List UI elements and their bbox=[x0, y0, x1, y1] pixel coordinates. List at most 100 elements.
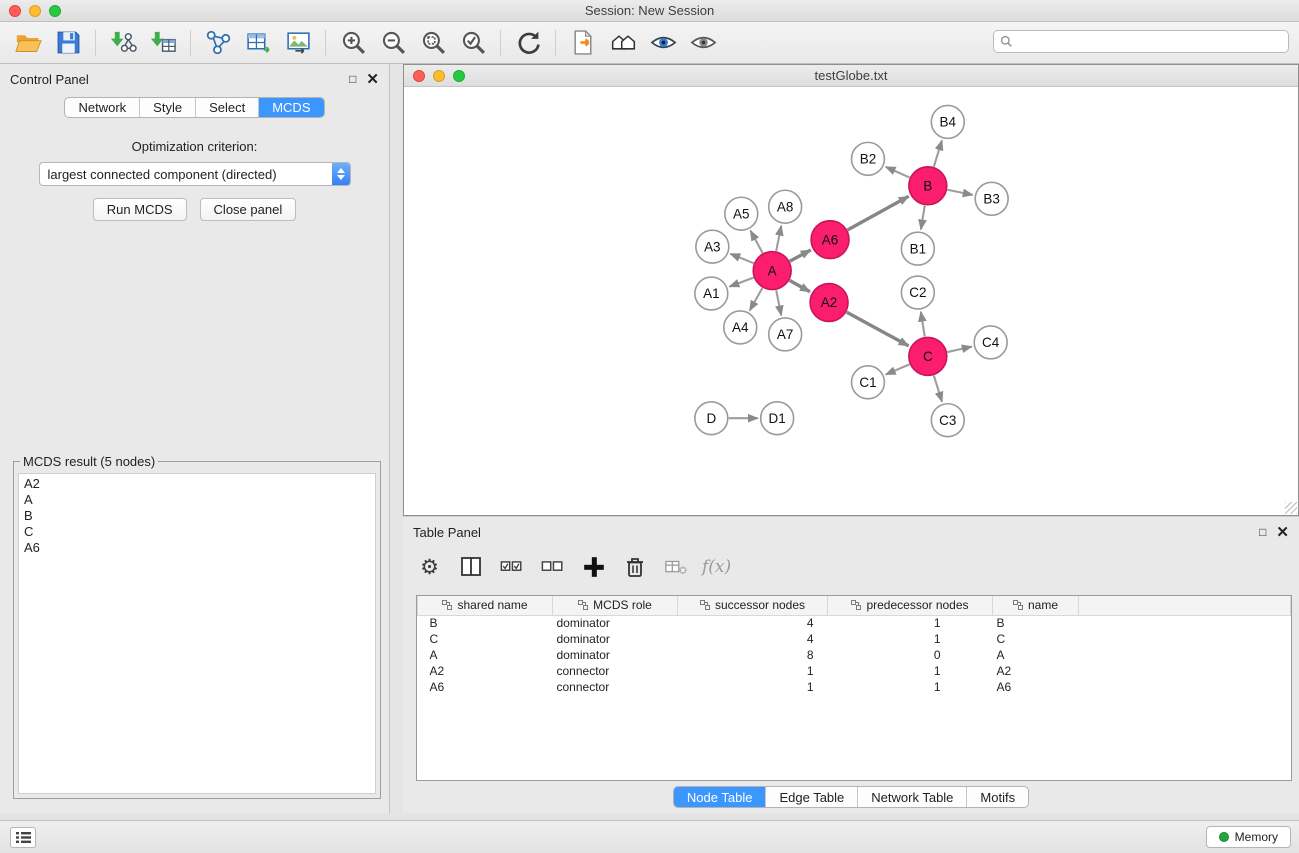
graph-edge-A-A3[interactable] bbox=[730, 254, 753, 263]
export-table-button[interactable] bbox=[238, 26, 278, 60]
graph-node-A[interactable]: A bbox=[753, 252, 791, 290]
zoom-out-button[interactable] bbox=[373, 26, 413, 60]
apply-function-button[interactable]: f(x) bbox=[698, 552, 731, 582]
tab-mcds[interactable]: MCDS bbox=[259, 98, 323, 117]
graph-edge-A-A4[interactable] bbox=[750, 288, 763, 311]
network-canvas[interactable]: B4B2BB3A5A8A6B1A3AC2A1A2A4A7C4CC1C3DD1 bbox=[404, 88, 1298, 515]
save-button[interactable] bbox=[48, 26, 88, 60]
column-header-mcds-role[interactable]: MCDS role bbox=[553, 596, 678, 615]
show-columns-button[interactable] bbox=[452, 552, 489, 582]
float-panel-icon[interactable]: □ bbox=[349, 72, 356, 86]
tab-motifs[interactable]: Motifs bbox=[967, 787, 1028, 807]
column-header-successor-nodes[interactable]: successor nodes bbox=[678, 596, 828, 615]
graph-node-B1[interactable]: B1 bbox=[901, 232, 934, 265]
table-cell[interactable]: C bbox=[418, 631, 553, 647]
search-box[interactable] bbox=[993, 30, 1289, 53]
graph-node-A3[interactable]: A3 bbox=[696, 230, 729, 263]
mcds-result-item[interactable]: B bbox=[24, 508, 375, 524]
delete-row-button[interactable] bbox=[616, 552, 653, 582]
import-network-button[interactable] bbox=[103, 26, 143, 60]
graph-node-C[interactable]: C bbox=[909, 337, 947, 375]
table-cell[interactable]: A6 bbox=[418, 679, 553, 695]
mcds-result-item[interactable]: A2 bbox=[24, 476, 375, 492]
tab-edge-table[interactable]: Edge Table bbox=[766, 787, 858, 807]
run-mcds-button[interactable]: Run MCDS bbox=[93, 198, 187, 221]
add-row-button[interactable] bbox=[575, 552, 612, 582]
graph-edge-A2-C[interactable] bbox=[847, 312, 909, 346]
optimization-criterion-select[interactable]: largest connected component (directed) bbox=[39, 162, 351, 186]
graph-edge-C-C4[interactable] bbox=[947, 347, 971, 352]
table-cell[interactable]: connector bbox=[553, 679, 678, 695]
table-cell[interactable]: 1 bbox=[828, 631, 993, 647]
style-eye-button[interactable] bbox=[643, 26, 683, 60]
graph-node-C3[interactable]: C3 bbox=[931, 404, 964, 437]
graph-edge-A-A8[interactable] bbox=[776, 226, 781, 251]
table-cell[interactable]: 1 bbox=[828, 663, 993, 679]
table-cell[interactable]: 4 bbox=[678, 631, 828, 647]
graph-edge-C-C2[interactable] bbox=[921, 312, 925, 337]
mcds-result-item[interactable]: C bbox=[24, 524, 375, 540]
tab-node-table[interactable]: Node Table bbox=[674, 787, 767, 807]
import-table-button[interactable] bbox=[143, 26, 183, 60]
graph-edge-C-C1[interactable] bbox=[886, 364, 910, 374]
graph-edge-C-C3[interactable] bbox=[934, 375, 942, 401]
open-folder-button[interactable] bbox=[8, 26, 48, 60]
memory-button[interactable]: Memory bbox=[1206, 826, 1291, 848]
graph-edge-A-A5[interactable] bbox=[751, 231, 763, 253]
graph-node-B3[interactable]: B3 bbox=[975, 182, 1008, 215]
graph-node-A4[interactable]: A4 bbox=[724, 311, 757, 344]
export-document-button[interactable] bbox=[563, 26, 603, 60]
graph-edge-A-A6[interactable] bbox=[790, 250, 811, 261]
close-panel-button[interactable]: Close panel bbox=[200, 198, 297, 221]
table-cell[interactable]: A6 bbox=[993, 679, 1079, 695]
table-cell[interactable]: dominator bbox=[553, 647, 678, 663]
graph-node-A2[interactable]: A2 bbox=[810, 284, 848, 322]
table-cell[interactable]: 0 bbox=[828, 647, 993, 663]
table-cell[interactable]: B bbox=[418, 615, 553, 631]
graph-node-A8[interactable]: A8 bbox=[769, 190, 802, 223]
table-cell[interactable]: A2 bbox=[993, 663, 1079, 679]
table-cell[interactable]: 8 bbox=[678, 647, 828, 663]
table-cell[interactable]: connector bbox=[553, 663, 678, 679]
column-header-predecessor-nodes[interactable]: predecessor nodes bbox=[828, 596, 993, 615]
graph-edge-B-B1[interactable] bbox=[921, 206, 925, 230]
table-cell[interactable]: C bbox=[993, 631, 1079, 647]
graph-node-D1[interactable]: D1 bbox=[761, 402, 794, 435]
float-table-panel-icon[interactable]: □ bbox=[1259, 525, 1266, 539]
deselect-all-button[interactable] bbox=[534, 552, 571, 582]
graph-edge-B-B3[interactable] bbox=[947, 190, 972, 195]
close-panel-icon[interactable]: ✕ bbox=[366, 70, 379, 88]
table-cell[interactable]: A bbox=[418, 647, 553, 663]
tab-network[interactable]: Network bbox=[65, 98, 140, 117]
column-header-shared-name[interactable]: shared name bbox=[418, 596, 553, 615]
home-button[interactable] bbox=[603, 26, 643, 60]
zoom-fit-button[interactable] bbox=[413, 26, 453, 60]
graph-edge-A-A2[interactable] bbox=[790, 280, 810, 291]
select-all-button[interactable] bbox=[493, 552, 530, 582]
graph-node-D[interactable]: D bbox=[695, 402, 728, 435]
search-input[interactable] bbox=[1017, 35, 1282, 49]
graph-node-C2[interactable]: C2 bbox=[901, 276, 934, 309]
table-cell[interactable]: 1 bbox=[828, 615, 993, 631]
graph-edge-A-A7[interactable] bbox=[776, 290, 781, 315]
graph-edge-A-A1[interactable] bbox=[729, 278, 753, 287]
new-network-button[interactable] bbox=[198, 26, 238, 60]
refresh-button[interactable] bbox=[508, 26, 548, 60]
table-cell[interactable]: 1 bbox=[678, 663, 828, 679]
table-cell[interactable]: A2 bbox=[418, 663, 553, 679]
graph-node-B2[interactable]: B2 bbox=[851, 142, 884, 175]
close-table-panel-icon[interactable]: ✕ bbox=[1276, 523, 1289, 541]
graph-node-A5[interactable]: A5 bbox=[725, 197, 758, 230]
graph-node-B[interactable]: B bbox=[909, 167, 947, 205]
graph-node-A1[interactable]: A1 bbox=[695, 277, 728, 310]
graph-node-A6[interactable]: A6 bbox=[811, 221, 849, 259]
tab-select[interactable]: Select bbox=[196, 98, 259, 117]
resize-grip-icon[interactable] bbox=[1285, 502, 1297, 514]
table-cell[interactable]: A bbox=[993, 647, 1079, 663]
graph-node-C1[interactable]: C1 bbox=[851, 366, 884, 399]
mcds-result-item[interactable]: A bbox=[24, 492, 375, 508]
export-image-button[interactable] bbox=[278, 26, 318, 60]
delete-table-button[interactable] bbox=[657, 552, 694, 582]
zoom-selected-button[interactable] bbox=[453, 26, 493, 60]
table-cell[interactable]: 1 bbox=[678, 679, 828, 695]
